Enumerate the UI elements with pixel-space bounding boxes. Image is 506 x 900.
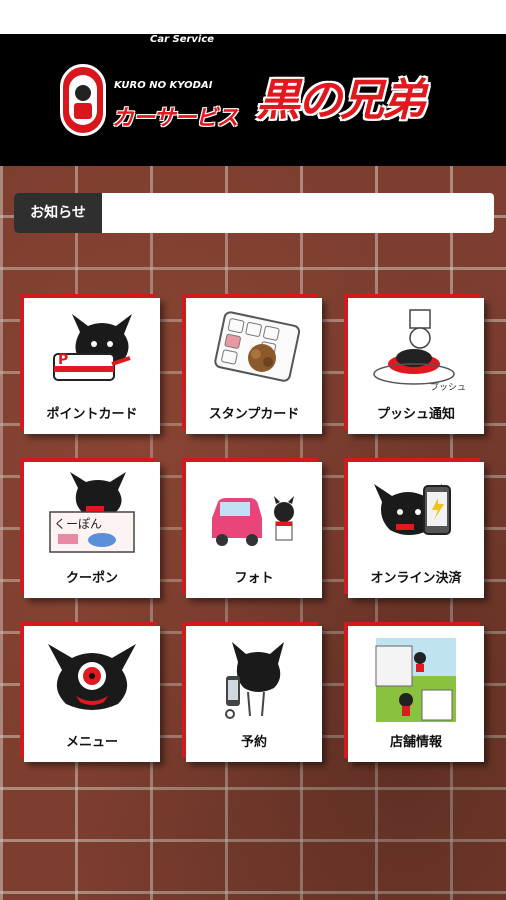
svg-text:P: P	[58, 352, 68, 368]
mascot-logo-icon	[60, 64, 106, 136]
reservation-icon	[225, 642, 284, 719]
stamp-card-icon	[214, 311, 301, 382]
news-label: お知らせ	[14, 193, 102, 233]
tile-label: フォト	[234, 571, 274, 586]
status-bar	[0, 0, 506, 34]
logo-subtitle-romaji: KURO NO KYODAI	[114, 80, 213, 91]
menu-icon	[48, 644, 136, 710]
tile-label: スタンプカード	[208, 407, 300, 422]
app-header: Car Service KURO NO KYODAI カーサービス 黒の兄弟	[0, 34, 506, 166]
push-notification-icon: プッシュ!	[373, 309, 466, 393]
tile-online-payment[interactable]: オンライン決済	[348, 462, 484, 598]
tile-label: ポイントカード	[46, 407, 138, 422]
online-payment-icon	[374, 484, 451, 535]
tile-label: 店舗情報	[389, 735, 442, 750]
logo-kana: カーサービス	[112, 106, 239, 131]
news-bar[interactable]: お知らせ	[14, 193, 494, 233]
coupon-icon: くーぽん	[49, 472, 135, 553]
svg-text:プッシュ!: プッシュ!	[430, 382, 466, 393]
tile-label: オンライン決済	[370, 571, 462, 586]
tile-label: プッシュ通知	[376, 407, 455, 422]
tile-store-info[interactable]: 店舗情報	[348, 626, 484, 762]
tile-label: クーポン	[65, 571, 118, 586]
tile-coupon[interactable]: くーぽん クーポン	[24, 462, 160, 598]
logo-subtitle-car-service: Car Service	[150, 34, 215, 45]
point-card-icon: P	[53, 314, 132, 381]
tile-photo[interactable]: フォト	[186, 462, 322, 598]
tile-push-notification[interactable]: プッシュ! プッシュ通知	[348, 298, 484, 434]
tile-menu[interactable]: メニュー	[24, 626, 160, 762]
photo-icon	[212, 496, 294, 546]
svg-text:くーぽん: くーぽん	[54, 517, 102, 531]
store-info-icon	[375, 638, 456, 722]
tile-label: メニュー	[65, 735, 118, 750]
tile-stamp-card[interactable]: スタンプカード	[186, 298, 322, 434]
logo-title: 黒の兄弟	[256, 75, 426, 126]
tile-reservation[interactable]: 予約	[186, 626, 322, 762]
tile-point-card[interactable]: P ポイントカード	[24, 298, 160, 434]
tile-label: 予約	[240, 735, 267, 750]
